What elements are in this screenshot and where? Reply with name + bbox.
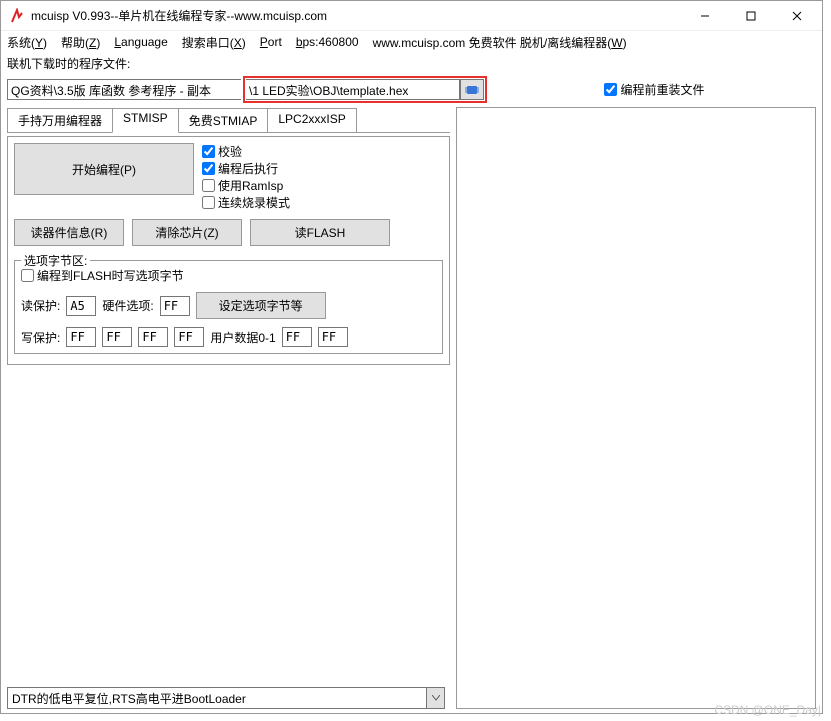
ud-input-2[interactable] xyxy=(318,327,348,347)
tabs: 手持万用编程器 STMISP 免费STMIAP LPC2xxxISP xyxy=(7,108,450,133)
main-columns: 手持万用编程器 STMISP 免费STMIAP LPC2xxxISP 开始编程(… xyxy=(7,107,816,709)
menu-language[interactable]: Language xyxy=(114,35,167,49)
chip-icon xyxy=(465,84,479,96)
runafter-checkbox[interactable]: 编程后执行 xyxy=(202,160,290,177)
file-row: QG资料\3.5版 库函数 参考程序 - 副本 \1 LED实验\OBJ\tem… xyxy=(7,76,816,103)
mode-combo[interactable] xyxy=(7,687,427,709)
reload-checkbox[interactable]: 编程前重装文件 xyxy=(604,81,704,98)
userdata-label: 用户数据0-1 xyxy=(210,329,275,346)
app-icon xyxy=(9,8,25,24)
browse-button[interactable] xyxy=(460,79,484,100)
file-path-left[interactable]: QG资料\3.5版 库函数 参考程序 - 副本 xyxy=(7,79,241,100)
setoption-button[interactable]: 设定选项字节等 xyxy=(196,292,326,319)
menu-site[interactable]: www.mcuisp.com 免费软件 脱机/离线编程器(W) xyxy=(373,34,627,51)
tab-lpc[interactable]: LPC2xxxISP xyxy=(267,108,356,132)
highlight-box: \1 LED实验\OBJ\template.hex xyxy=(243,76,487,103)
combo-drop-button[interactable] xyxy=(427,687,445,709)
hwopt-label: 硬件选项: xyxy=(102,297,153,314)
start-program-button[interactable]: 开始编程(P) xyxy=(14,143,194,195)
verify-checkbox[interactable]: 校验 xyxy=(202,143,290,160)
tab-stmisp[interactable]: STMISP xyxy=(112,108,179,133)
wp-input-2[interactable] xyxy=(102,327,132,347)
reload-label: 编程前重装文件 xyxy=(620,81,704,98)
wp-input-3[interactable] xyxy=(138,327,168,347)
writeprotect-label: 写保护: xyxy=(21,329,60,346)
watermark: CSDN @ONE_Day| xyxy=(714,703,821,717)
wp-input-4[interactable] xyxy=(174,327,204,347)
file-label: 联机下载时的程序文件: xyxy=(7,55,816,72)
maximize-button[interactable] xyxy=(728,1,774,31)
readinfo-button[interactable]: 读器件信息(R) xyxy=(14,219,124,246)
log-pane[interactable] xyxy=(456,107,816,709)
bottom-combo-row xyxy=(7,687,450,709)
ud-input-1[interactable] xyxy=(282,327,312,347)
titlebar: mcuisp V0.993--单片机在线编程专家--www.mcuisp.com xyxy=(1,1,822,31)
tab-stmiap[interactable]: 免费STMIAP xyxy=(178,108,269,132)
menu-bps[interactable]: bps:460800 xyxy=(296,35,359,49)
menubar: 系统(Y) 帮助(Z) Language 搜索串口(X) Port bps:46… xyxy=(1,31,822,53)
left-pane: 手持万用编程器 STMISP 免费STMIAP LPC2xxxISP 开始编程(… xyxy=(7,107,450,709)
readflash-button[interactable]: 读FLASH xyxy=(250,219,390,246)
menu-search-port[interactable]: 搜索串口(X) xyxy=(182,34,246,51)
window-title: mcuisp V0.993--单片机在线编程专家--www.mcuisp.com xyxy=(31,7,682,24)
app-window: mcuisp V0.993--单片机在线编程专家--www.mcuisp.com… xyxy=(0,0,823,714)
writeopt-checkbox[interactable]: 编程到FLASH时写选项字节 xyxy=(21,267,436,284)
option-byte-group: 选项字节区: 编程到FLASH时写选项字节 读保护: 硬件选项: 设定选项字节等… xyxy=(14,260,443,354)
close-button[interactable] xyxy=(774,1,820,31)
tab-body: 开始编程(P) 校验 编程后执行 使用RamIsp 连续烧录模式 读器件信息(R… xyxy=(7,136,450,365)
tab-handheld[interactable]: 手持万用编程器 xyxy=(7,108,113,132)
hwopt-input[interactable] xyxy=(160,296,190,316)
contburn-checkbox[interactable]: 连续烧录模式 xyxy=(202,194,290,211)
readprotect-input[interactable] xyxy=(66,296,96,316)
ramisp-checkbox[interactable]: 使用RamIsp xyxy=(202,177,290,194)
group-legend: 选项字节区: xyxy=(21,252,90,269)
menu-system[interactable]: 系统(Y) xyxy=(7,34,47,51)
reload-checkbox-input[interactable] xyxy=(604,83,617,96)
readprotect-label: 读保护: xyxy=(21,297,60,314)
file-path-right[interactable]: \1 LED实验\OBJ\template.hex xyxy=(246,79,460,100)
content: 联机下载时的程序文件: QG资料\3.5版 库函数 参考程序 - 副本 \1 L… xyxy=(1,53,822,713)
erase-button[interactable]: 清除芯片(Z) xyxy=(132,219,242,246)
menu-help[interactable]: 帮助(Z) xyxy=(61,34,100,51)
menu-port[interactable]: Port xyxy=(260,35,282,49)
wp-input-1[interactable] xyxy=(66,327,96,347)
minimize-button[interactable] xyxy=(682,1,728,31)
chevron-down-icon xyxy=(432,695,440,701)
window-controls xyxy=(682,1,820,31)
